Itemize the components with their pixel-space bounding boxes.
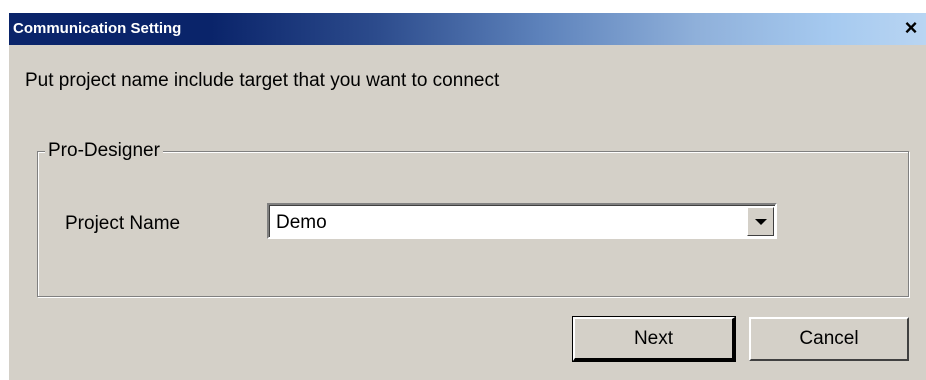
communication-setting-dialog: Communication Setting × Put project name…: [9, 13, 926, 380]
next-button[interactable]: Next: [572, 316, 736, 362]
title-bar: Communication Setting ×: [9, 13, 926, 45]
chevron-down-icon: [755, 219, 767, 225]
project-name-value: Demo: [276, 212, 327, 233]
project-name-label: Project Name: [65, 213, 181, 234]
groupbox-label: Pro-Designer: [45, 140, 163, 162]
cancel-button[interactable]: Cancel: [749, 317, 909, 361]
instruction-text: Put project name include target that you…: [25, 70, 500, 91]
dialog-title: Communication Setting: [13, 20, 182, 37]
dropdown-arrow-icon[interactable]: [747, 207, 774, 236]
close-icon[interactable]: ×: [898, 16, 924, 42]
project-name-dropdown[interactable]: Demo: [267, 203, 777, 239]
dropdown-field: Demo: [269, 205, 775, 237]
